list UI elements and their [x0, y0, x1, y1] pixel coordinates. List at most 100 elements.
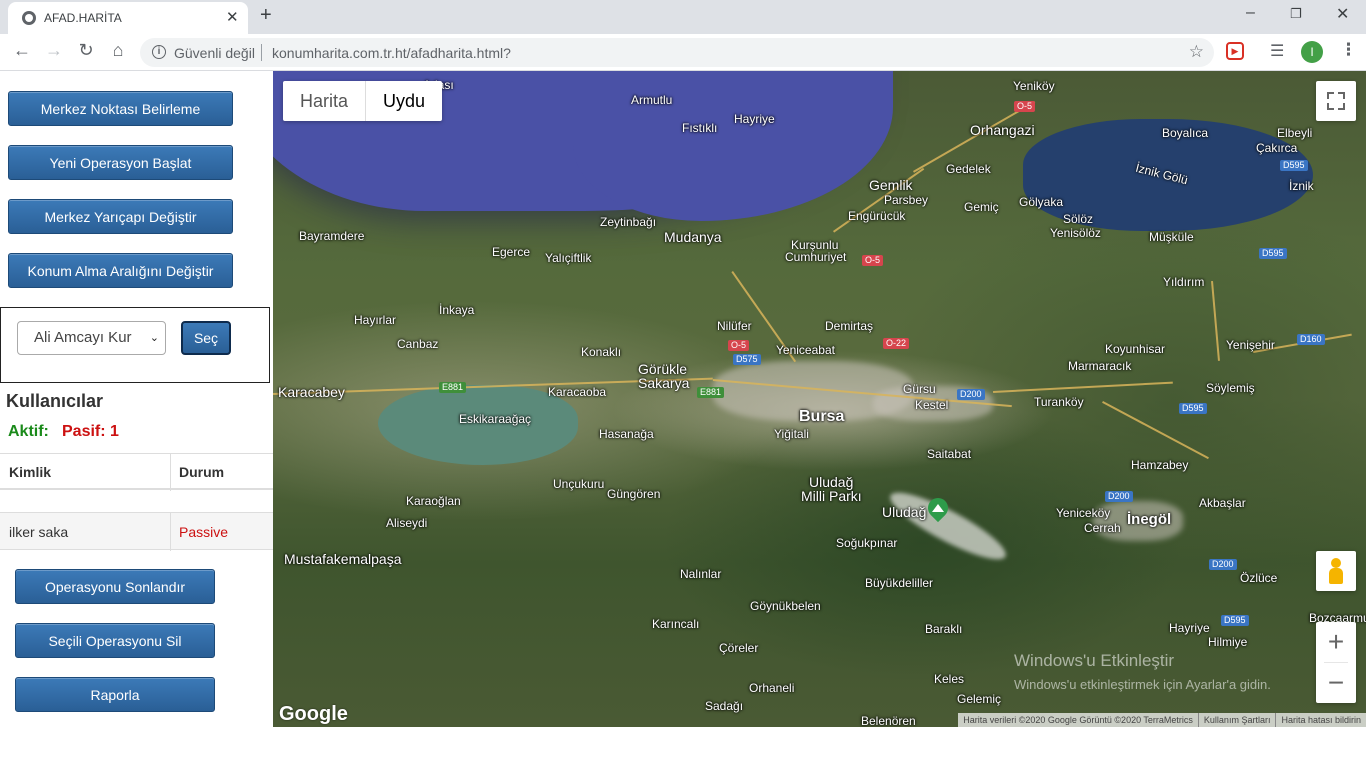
map-label: Yıldırım	[1163, 275, 1205, 289]
map-label: Güngören	[607, 487, 661, 501]
map-label: Keles	[934, 672, 965, 686]
zoom-control: + −	[1316, 622, 1356, 703]
delete-operation-button[interactable]: Seçili Operasyonu Sil	[15, 623, 215, 658]
map-label: Çakırca	[1256, 141, 1298, 155]
map-label: Karaoğlan	[406, 494, 461, 508]
google-logo: Google	[279, 703, 348, 725]
map-label: Gedelek	[946, 162, 991, 176]
new-tab-button[interactable]: +	[260, 4, 272, 27]
road-shield: D200	[1209, 559, 1237, 570]
report-button[interactable]: Raporla	[15, 677, 215, 712]
chevron-down-icon: ⌄	[149, 332, 159, 344]
center-point-button[interactable]: Merkez Noktası Belirleme	[8, 91, 233, 126]
users-heading: Kullanıcılar	[6, 391, 104, 411]
map-label: Egerce	[492, 245, 531, 259]
road-shield: D575	[733, 354, 761, 365]
map-label: Kestel	[915, 398, 949, 412]
minimize-button[interactable]: –	[1246, 4, 1255, 22]
media-queue-icon[interactable]: ☰	[1270, 41, 1284, 61]
map-label: Hayriye	[1169, 621, 1210, 635]
map-label: Bursa	[799, 408, 845, 425]
map-label: Hayırlar	[354, 313, 397, 327]
select-button[interactable]: Seç	[181, 321, 231, 355]
fullscreen-icon	[1338, 103, 1345, 110]
map-label: Müşküle	[1149, 230, 1194, 244]
omnibox-divider	[261, 44, 262, 61]
user-id-cell: ilker saka	[9, 524, 69, 540]
home-icon[interactable]: ⌂	[106, 40, 130, 61]
map-label: Gürsu	[903, 382, 936, 396]
browser-toolbar: ← → ↻ ⌂ i Güvenli değil konumharita.com.…	[0, 34, 1366, 71]
map-label: Engürücük	[848, 209, 906, 223]
map-label: Canbaz	[397, 337, 439, 351]
column-divider	[170, 454, 171, 491]
map-type-uydu[interactable]: Uydu	[365, 81, 442, 121]
back-arrow-icon[interactable]: ←	[10, 40, 34, 61]
terms-link[interactable]: Kullanım Şartları	[1197, 713, 1276, 727]
map-label: Yeniceköy	[1056, 506, 1111, 520]
change-interval-button[interactable]: Konum Alma Aralığını Değiştir	[8, 253, 233, 288]
map-label: Özlüce	[1240, 571, 1278, 585]
map-label: Cerrah	[1084, 521, 1121, 535]
map-label: Nalınlar	[680, 567, 722, 581]
reload-icon[interactable]: ↻	[74, 40, 98, 61]
change-radius-button[interactable]: Merkez Yarıçapı Değiştir	[8, 199, 233, 234]
map-label: Zeytinbağı	[600, 215, 657, 229]
map-label: Sadağı	[705, 699, 744, 713]
map-label: Orhaneli	[749, 681, 795, 695]
zoom-out-button[interactable]: −	[1316, 663, 1356, 703]
browser-tab[interactable]: AFAD.HARİTA ✕	[8, 2, 248, 34]
fullscreen-button[interactable]	[1316, 81, 1356, 121]
map-label: Belenören	[861, 714, 916, 727]
address-bar[interactable]: i Güvenli değil konumharita.com.tr.ht/af…	[140, 38, 1214, 67]
operation-select-value: Ali Amcayı Kur	[34, 329, 132, 346]
map-label: Yenisölöz	[1050, 226, 1101, 240]
road-shield: O-5	[1014, 101, 1036, 112]
operation-select[interactable]: Ali Amcayı Kur ⌄	[17, 321, 166, 355]
table-row[interactable]: ilker saka Passive	[0, 512, 273, 551]
info-icon[interactable]: i	[152, 45, 166, 59]
new-operation-button[interactable]: Yeni Operasyon Başlat	[8, 145, 233, 180]
snow-area	[883, 482, 1013, 570]
road-shield: O-22	[883, 338, 910, 349]
user-status-cell: Passive	[179, 524, 229, 540]
map-type-harita[interactable]: Harita	[283, 81, 365, 121]
road	[1211, 281, 1220, 361]
active-count: Aktif:	[8, 423, 49, 440]
extension-icon[interactable]: ▶	[1226, 42, 1244, 60]
map-label: Söylemiş	[1206, 381, 1255, 395]
close-window-button[interactable]: ✕	[1336, 4, 1349, 24]
map-label: Elbeyli	[1277, 126, 1313, 140]
road-shield: D595	[1280, 160, 1308, 171]
profile-avatar[interactable]: I	[1301, 41, 1323, 63]
bookmark-star-icon[interactable]: ☆	[1189, 42, 1204, 62]
street-view-pegman[interactable]	[1316, 551, 1356, 591]
forward-arrow-icon[interactable]: →	[42, 40, 66, 61]
passive-count: Pasif: 1	[62, 423, 119, 440]
fullscreen-icon	[1327, 103, 1334, 110]
road-shield: O-5	[728, 340, 750, 351]
map-label: Milli Parkı	[801, 488, 862, 504]
map-label: Koyunhisar	[1105, 342, 1166, 356]
end-operation-button[interactable]: Operasyonu Sonlandır	[15, 569, 215, 604]
satellite-map[interactable]: Adası Armutlu Fıstıklı Hayriye Yeniköy O…	[273, 71, 1366, 727]
browser-menu-icon[interactable]: ⋮	[1340, 40, 1357, 60]
map-label: Demirtaş	[825, 319, 874, 333]
map-label: Sakarya	[638, 375, 690, 391]
restore-button[interactable]: ❐	[1290, 6, 1302, 22]
tab-title: AFAD.HARİTA	[44, 11, 122, 25]
column-divider	[170, 513, 171, 551]
road-shield: D200	[1105, 491, 1133, 502]
map-label: Yeniceabat	[776, 343, 835, 357]
report-error-link[interactable]: Harita hatası bildirin	[1275, 713, 1366, 727]
security-label[interactable]: Güvenli değil	[174, 45, 255, 61]
zoom-in-button[interactable]: +	[1316, 622, 1356, 662]
tab-close-icon[interactable]: ✕	[226, 8, 239, 26]
map-label: Göynükbelen	[750, 599, 821, 613]
map-label: İnkaya	[439, 303, 475, 317]
map-label: Cumhuriyet	[785, 250, 847, 264]
url-text[interactable]: konumharita.com.tr.ht/afadharita.html?	[272, 45, 511, 61]
map-label: Karacaoba	[548, 385, 607, 399]
map-label: Nilüfer	[717, 319, 752, 333]
road-shield: E881	[697, 387, 725, 398]
